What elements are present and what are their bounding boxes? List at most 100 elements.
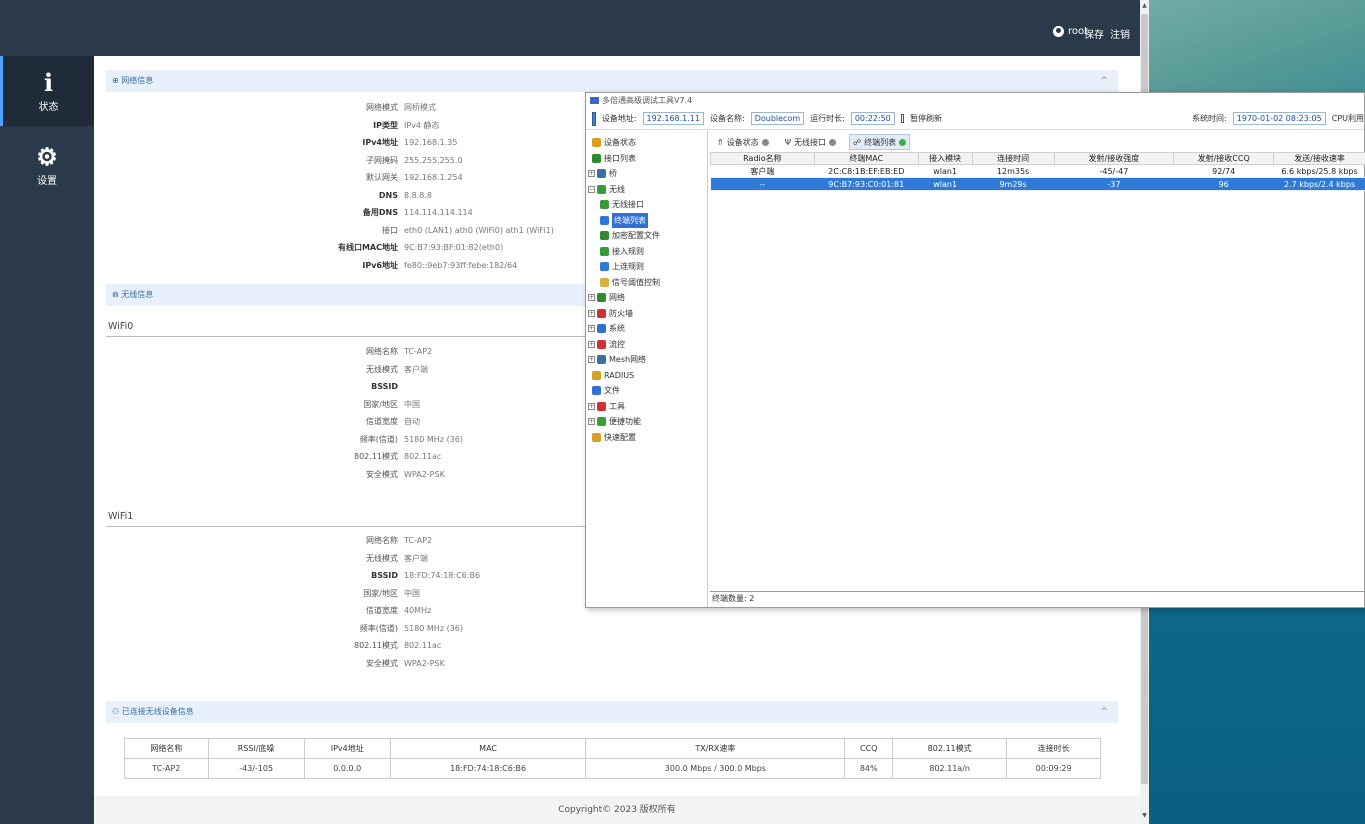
sidebar-item-status[interactable]: i 状态 [0,56,94,126]
expand-icon[interactable]: + [588,294,595,302]
info-key: 默认网关 [366,173,398,182]
expand-icon[interactable]: + [588,325,595,333]
address-field[interactable]: 192.168.1.11 [642,112,704,125]
column-header[interactable]: 发送/接收速率 [1273,152,1365,165]
tree-item[interactable]: 接入规则 [586,244,707,260]
tree-item-label: 上连规则 [612,262,644,271]
status-dot-icon [899,138,907,146]
expand-icon[interactable]: + [588,309,595,317]
collapse-icon[interactable]: ^ [1100,70,1108,92]
column-header[interactable]: 接入模块 [917,152,973,165]
window-titlebar[interactable]: 多倍通高级调试工具V7.4 [586,93,1364,108]
radius-icon [592,370,601,380]
tree-item[interactable]: 快速配置 [586,430,707,446]
status-bar: 终端数量: 2 [710,591,1365,605]
column-header[interactable]: 终端MAC [813,152,919,165]
info-key: 频率(信道) [359,623,398,633]
expand-icon[interactable]: − [588,185,595,193]
tab-label: 设备状态 [726,137,759,147]
tree-item[interactable]: 设备状态 [586,135,707,151]
connected-devices-table: 网络名称 RSSI/底噪 IPv4地址 MAC TX/RX速率 CCQ 802.11模式 连接… [124,738,1101,779]
tab-wireless-interface[interactable]: Ψ 无线接口 [782,134,839,150]
column-header: 网络名称 [124,738,209,759]
table-row[interactable]: -- 9C:B7:93:C0:01:81 wlan1 9m29s -37 96 2.7 kb… [710,177,1365,191]
tree-item[interactable]: + 系统 [586,321,707,337]
expand-icon[interactable]: + [588,402,595,410]
tree-item-label: 终端列表 [612,212,648,228]
logout-button[interactable]: 注销 [1110,26,1130,41]
tree-item[interactable]: + 防火墙 [586,306,707,322]
info-value: 客户端 [404,553,428,563]
tree-item[interactable]: + 桥 [586,166,707,182]
scroll-up-icon[interactable]: ▲ [1140,2,1149,9]
connected-section-header[interactable]: ⚇ 已连接无线设备信息 ^ [106,701,1118,723]
tab-terminal-list[interactable]: ☍ 终端列表 [849,134,911,150]
column-header[interactable]: 发射/接收强度 [1053,152,1175,165]
tree-item[interactable]: + 便捷功能 [586,414,707,430]
table-cell: TC-AP2 [124,758,209,779]
info-key: 网络名称 [366,347,398,356]
name-field[interactable]: Doublecom [750,112,805,125]
sidebar-item-settings[interactable]: ⚙ 设置 [0,130,94,200]
table-cell: 84% [844,758,894,779]
info-value: 5180 MHz (36) [404,623,463,633]
debug-tool-window[interactable]: 多倍通高级调试工具V7.4 设备地址: 192.168.1.11 设备名称: D… [585,92,1365,608]
tree-item[interactable]: − 无线 [586,182,707,198]
sidebar-item-label: 状态 [38,101,59,113]
column-header[interactable]: 连接时间 [971,152,1055,165]
tab-device-status[interactable]: ⇑ 设备状态 [714,134,772,150]
expand-icon[interactable]: + [588,340,595,348]
network-section-header[interactable]: ⊕ 网络信息 ^ [106,70,1118,92]
expand-icon[interactable]: + [588,356,595,364]
uplink-rule-icon [600,262,609,272]
disconnect-icon[interactable] [592,111,596,126]
tree-item-label: 网络 [609,293,625,302]
info-value: 802.11ac [404,641,442,650]
network-icon [597,293,606,303]
devices-icon: ⚇ [112,707,122,716]
info-key: 802.11模式 [354,641,398,650]
info-key: 备用DNS [362,208,398,217]
info-key: 信道宽度 [366,606,398,615]
section-title: 无线信息 [121,290,154,299]
tree-item[interactable]: 终端列表 [586,212,707,228]
save-button[interactable]: 保存 [1084,26,1104,41]
tree-item[interactable]: + 网络 [586,290,707,306]
expand-icon[interactable]: + [588,418,595,426]
user-menu[interactable]: root [1052,26,1088,37]
cpu-label: CPU利用 [1331,114,1364,123]
tree-item[interactable]: + 工具 [586,399,707,415]
pause-refresh-label: 暂停刷新 [910,114,943,123]
tree-item[interactable]: + Mesh网络 [586,352,707,368]
file-icon [592,386,601,396]
info-value: 中国 [404,588,420,598]
scroll-down-icon[interactable]: ▼ [1140,812,1149,819]
info-value: 40MHz [404,606,432,615]
tree-item-label: 无线接口 [612,200,644,209]
tree-item[interactable]: 接口列表 [586,151,707,167]
pause-refresh-checkbox[interactable] [900,114,905,123]
table-cell: 0.0.0.0 [303,758,391,779]
tree-item[interactable]: + 流控 [586,337,707,353]
tree-item[interactable]: 无线接口 [586,197,707,213]
gear-icon: ⚙ [36,141,58,171]
device-status-icon: ⇑ [717,137,724,147]
tree-item[interactable]: 上连规则 [586,259,707,275]
table-cell: -43/-105 [207,758,305,779]
tree-item[interactable]: 文件 [586,383,707,399]
info-key: 802.11模式 [354,452,398,461]
tree-item[interactable]: 信号阈值控制 [586,275,707,291]
info-key: 有线口MAC地址 [337,243,398,252]
table-cell: 12m35s [972,164,1055,178]
systime-label: 系统时间: [1192,114,1227,123]
column-header[interactable]: 发射/接收CCQ [1173,152,1275,165]
table-row[interactable]: 客户端 2C:C8:1B:EF:EB:ED wlan1 12m35s -45/-47 92… [710,164,1365,178]
mesh-icon [597,355,606,365]
antenna-icon: Ψ [784,137,791,147]
column-header[interactable]: Radio名称 [710,152,815,165]
tree-item[interactable]: 加密配置文件 [586,228,707,244]
expand-icon[interactable]: + [588,170,595,178]
tree-item-label: 快速配置 [604,432,636,442]
collapse-icon[interactable]: ^ [1100,701,1108,723]
tree-item[interactable]: RADIUS [586,368,707,384]
